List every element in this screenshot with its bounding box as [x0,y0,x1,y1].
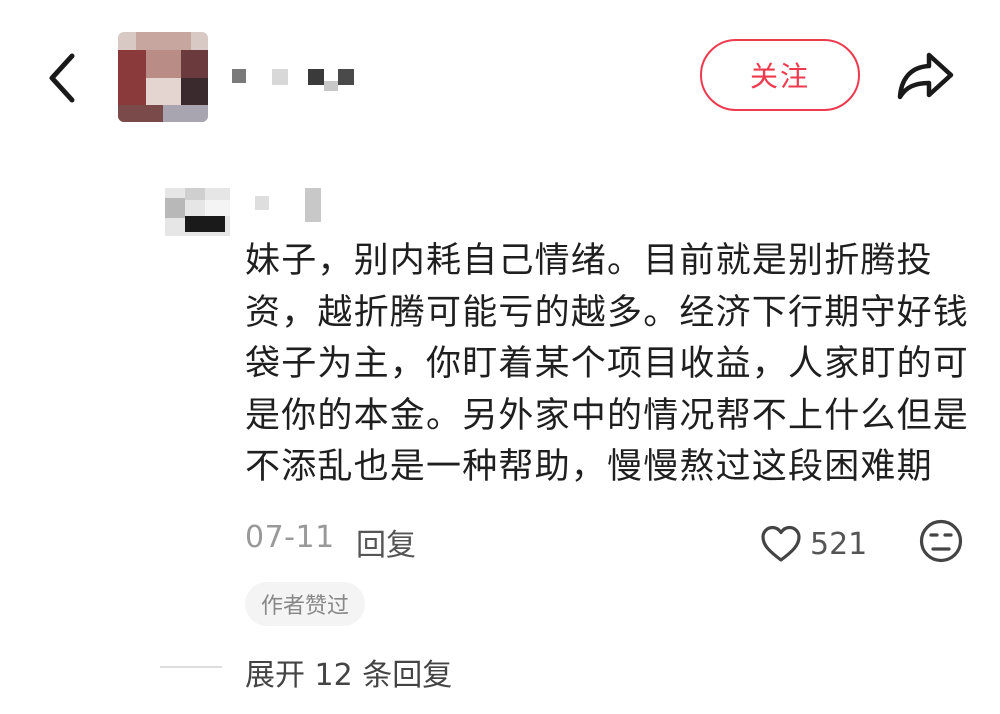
share-arrow-icon [897,52,954,100]
share-button[interactable] [895,45,957,105]
heart-outline-icon [761,525,801,562]
reply-button[interactable]: 回复 [356,520,416,564]
expand-replies-button[interactable]: 展开 12 条回复 [245,650,452,694]
comment-line: 是你的本金。另外家中的情况帮不上什么但是 [245,395,970,436]
follow-button[interactable]: 关注 [700,39,860,111]
comment-line: 不添乱也是一种帮助，慢慢熬过这段困难期 [245,447,933,487]
sad-face-icon [919,519,963,563]
back-button[interactable] [40,50,96,106]
comment-line: 袋子为主，你盯着某个项目收益，人家盯的可 [245,344,970,384]
comment-text: 妹子，别内耗自己情绪。目前就是别折腾投 资，越折腾可能亏的越多。经济下行期守好钱… [245,236,970,494]
like-button[interactable]: 521 [760,522,870,566]
comment-date: 07-11 [245,520,335,555]
comment-line: 资，越折腾可能亏的越多。经济下行期守好钱 [245,292,970,333]
chevron-left-icon [49,53,75,103]
expand-divider [160,666,222,668]
commenter-avatar[interactable] [165,188,230,236]
commenter-name[interactable] [255,188,330,224]
author-liked-badge: 作者赞过 [245,582,366,626]
comment-line: 妹子，别内耗自己情绪。目前就是别折腾投 [245,241,933,281]
dislike-button[interactable] [918,518,964,564]
author-name[interactable] [232,63,362,91]
like-count: 521 [810,526,868,562]
author-avatar[interactable] [118,32,208,122]
